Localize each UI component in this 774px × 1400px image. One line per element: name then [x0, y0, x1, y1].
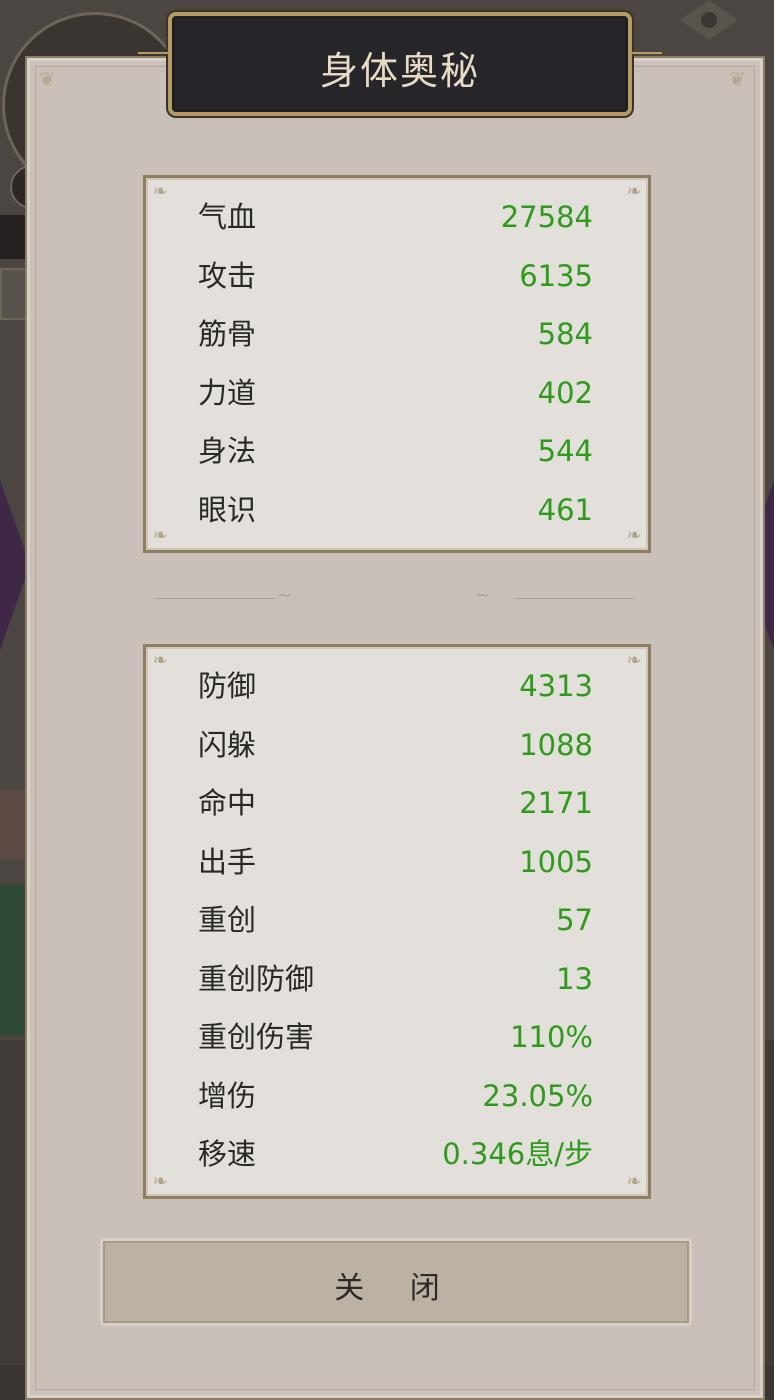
- stat-value: 13: [556, 961, 593, 996]
- stat-value: 2171: [519, 786, 593, 820]
- basic-stats-box: ❧ ❧ ❧ ❧ 气血 27584 攻击 6135 筋骨 584 力道 402 身法 544 眼识 46…: [143, 175, 651, 553]
- corner-ornament-icon: ❧: [626, 1171, 642, 1192]
- stat-value: 27584: [500, 200, 593, 234]
- corner-ornament-icon: ❦: [39, 67, 56, 91]
- stat-row: 气血 27584: [198, 188, 593, 246]
- stat-row: 闪躲 1088: [198, 716, 593, 774]
- corner-ornament-icon: ❧: [152, 181, 168, 202]
- stat-value: 110%: [510, 1020, 593, 1054]
- combat-stats-box: ❧ ❧ ❧ ❧ 防御 4313 闪躲 1088 命中 2171 出手 1005 重创 57 重创防御…: [143, 644, 651, 1199]
- stat-label: 重创防御: [198, 961, 315, 996]
- stat-value: 57: [556, 903, 593, 937]
- stat-label: 闪躲: [198, 727, 257, 762]
- stat-label: 气血: [198, 200, 257, 234]
- corner-ornament-icon: ❧: [152, 1171, 168, 1192]
- stat-value: 23.05%: [482, 1078, 593, 1113]
- corner-ornament-icon: ❧: [152, 650, 168, 671]
- stat-value: 1088: [519, 727, 593, 762]
- section-divider: ~ ~: [155, 585, 635, 609]
- stat-label: 筋骨: [198, 317, 257, 351]
- stat-value: 6135: [519, 258, 593, 293]
- stat-label: 重创: [198, 903, 257, 937]
- stat-value: 461: [537, 492, 593, 527]
- stat-label: 身法: [198, 434, 257, 468]
- close-button[interactable]: 关 闭: [100, 1238, 692, 1326]
- stat-value: 4313: [519, 669, 593, 703]
- stat-row: 出手 1005: [198, 833, 593, 891]
- stat-value: 1005: [519, 844, 593, 879]
- stat-row: 防御 4313: [198, 657, 593, 715]
- stat-row: 命中 2171: [198, 774, 593, 832]
- close-button-label: 关 闭: [334, 1271, 458, 1306]
- dialog-title-plaque: 身体奥秘: [138, 12, 662, 116]
- divider-line-right: [515, 598, 635, 599]
- stat-label: 增伤: [198, 1078, 257, 1113]
- corner-ornament-icon: ❧: [626, 650, 642, 671]
- stat-row: 重创 57: [198, 891, 593, 949]
- stat-label: 攻击: [198, 258, 257, 293]
- stat-label: 眼识: [198, 492, 257, 527]
- corner-ornament-icon: ❧: [152, 525, 168, 546]
- stat-row: 移速 0.346息/步: [198, 1125, 593, 1183]
- stat-value: 0.346息/步: [442, 1137, 593, 1171]
- corner-ornament-icon: ❦: [729, 67, 746, 91]
- stat-row: 重创伤害 110%: [198, 1008, 593, 1066]
- divider-ornament-icon: ~: [475, 585, 491, 606]
- stat-value: 584: [537, 317, 593, 351]
- stat-label: 出手: [198, 844, 257, 879]
- stat-row: 身法 544: [198, 422, 593, 480]
- stat-row: 眼识 461: [198, 481, 593, 539]
- stat-label: 重创伤害: [198, 1020, 315, 1054]
- stat-value: 402: [537, 375, 593, 410]
- stat-row: 重创防御 13: [198, 950, 593, 1008]
- stat-row: 增伤 23.05%: [198, 1067, 593, 1125]
- stat-label: 命中: [198, 786, 257, 820]
- divider-line-left: [155, 598, 275, 599]
- divider-ornament-icon: ~: [277, 585, 293, 606]
- stat-label: 移速: [198, 1137, 257, 1171]
- corner-ornament-icon: ❧: [626, 181, 642, 202]
- eye-icon-pupil: [701, 12, 717, 28]
- stat-row: 筋骨 584: [198, 305, 593, 363]
- corner-ornament-icon: ❧: [626, 525, 642, 546]
- title-wing-right: [632, 52, 662, 68]
- stat-row: 力道 402: [198, 364, 593, 422]
- dialog-title: 身体奥秘: [319, 49, 480, 93]
- stat-label: 力道: [198, 375, 257, 410]
- title-wing-left: [138, 52, 168, 68]
- stat-row: 攻击 6135: [198, 247, 593, 305]
- stat-value: 544: [537, 434, 593, 468]
- stat-label: 防御: [198, 669, 257, 703]
